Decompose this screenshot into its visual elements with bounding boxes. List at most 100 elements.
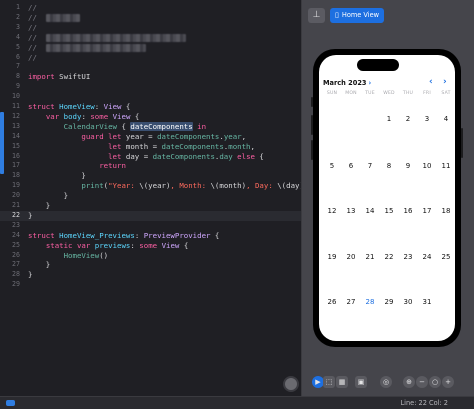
next-month-button[interactable]: › [443,77,447,87]
code-token: , [250,141,255,151]
line-text: HomeView() [28,250,109,261]
code-line[interactable]: 8 import SwiftUI [0,72,301,82]
code-line[interactable]: 19 print("Year: \(year), Month: \(month)… [0,181,301,191]
line-number: 1 [16,3,20,11]
code-line[interactable]: 28} [0,270,301,280]
code-line[interactable]: 2 // [0,13,301,23]
line-text: // [28,3,37,13]
code-line[interactable]: 20 } [0,191,301,201]
preview-screen[interactable]: March 2023 › ‹ › SUN MON TUE WED THU FRI SAT 12… [319,55,455,341]
calendar-day[interactable]: 5 [323,162,341,170]
redacted-text [45,43,146,52]
calendar-day[interactable]: 13 [342,207,360,215]
code-token: () [99,250,109,260]
calendar-day[interactable]: 27 [342,298,360,306]
variants-button[interactable]: ▦ [336,376,348,388]
previous-month-button[interactable]: ‹ [429,77,433,87]
calendar-day[interactable]: 1 [380,115,398,123]
code-line[interactable]: 21 } [0,201,301,211]
calendar-day[interactable]: 10 [418,162,436,170]
line-text: import SwiftUI [28,72,90,82]
code-line[interactable]: 3 // [0,23,301,33]
pin-icon[interactable]: ⊥ [308,8,325,23]
code-line[interactable]: 5 // [0,43,301,53]
calendar-day[interactable]: 4 [437,115,455,123]
code-line[interactable]: 13 CalendarView { dateComponents in [0,121,301,132]
code-line[interactable]: 16 let day = dateComponents.day else { [0,152,301,162]
line-text: } [28,191,68,201]
code-line[interactable]: 22} [0,210,301,221]
calendar-day[interactable]: 3 [418,115,436,123]
code-line[interactable]: 15 let month = dateComponents.month, [0,142,301,152]
editor-scroll-knob[interactable] [283,376,299,392]
zoom-out-button[interactable]: − [416,376,428,388]
code-line[interactable]: 29 [0,280,301,290]
calendar-day[interactable]: 21 [361,253,379,261]
preview-home-view-chip[interactable]: ▯ Home View [330,8,385,23]
selectable-button[interactable]: ⬚ [323,376,335,388]
zoom-100-button[interactable]: ○ [429,376,441,388]
calendar-day[interactable]: 26 [323,298,341,306]
calendar-day[interactable]: 29 [380,298,398,306]
calendar-day[interactable]: 2 [399,115,417,123]
line-number: 2 [16,12,20,21]
line-text: print("Year: \(year), Month: \(month), D… [28,181,301,191]
calendar-day[interactable]: 25 [437,253,455,261]
zoom-fit-button[interactable]: ⊕ [403,376,415,388]
calendar-day[interactable]: 12 [323,207,341,215]
calendar-day[interactable]: 31 [418,298,436,306]
calendar-day[interactable]: 11 [437,162,455,170]
calendar-day[interactable]: 20 [342,253,360,261]
calendar-day[interactable]: 24 [418,253,436,261]
calendar-day[interactable]: 17 [418,207,436,215]
code-token: let [108,131,122,141]
debug-area-icon[interactable] [6,400,15,406]
calendar-day[interactable]: 8 [380,162,398,170]
cursor-position: Line: 22 Col: 2 [400,399,448,407]
line-text: } [28,171,85,181]
code-line[interactable]: 18 } [0,171,301,181]
code-line[interactable]: 12 var body: some View { [0,112,301,122]
calendar-day[interactable]: 16 [399,207,417,215]
code-editor[interactable]: 1 // 2 // 3 // 4 // 5 // 6 // 7 8 import SwiftUI 9 10… [0,0,301,396]
code-line[interactable]: 4 // [0,33,301,43]
line-text: guard let year = dateComponents.year, [28,132,246,142]
device-button[interactable]: ◎ [380,376,392,388]
calendar-day[interactable]: 18 [437,207,455,215]
calendar-day[interactable]: 6 [342,162,360,170]
calendar-day[interactable]: 19 [323,253,341,261]
code-line[interactable]: 1 // [0,3,301,13]
month-title[interactable]: March 2023 › [323,79,371,87]
code-line[interactable]: 9 [0,82,301,92]
phone-side-button [311,97,313,107]
code-line[interactable]: 14 guard let year = dateComponents.year, [0,132,301,142]
code-line[interactable]: 6 // [0,53,301,63]
calendar-day[interactable]: 22 [380,253,398,261]
code-line[interactable]: 24 struct HomeView_Previews: PreviewProvi… [0,231,301,241]
calendar-day[interactable]: 15 [380,207,398,215]
calendar-day[interactable]: 14 [361,207,379,215]
line-text: return [28,161,126,171]
code-line[interactable]: 17 return [0,161,301,171]
line-text: // [28,53,37,63]
calendar-day[interactable]: 7 [361,162,379,170]
device-settings-button[interactable]: ▣ [355,376,367,388]
calendar-day[interactable]: 30 [399,298,417,306]
calendar-day[interactable]: 9 [399,162,417,170]
code-line[interactable]: 25 static var previews: some View { [0,241,301,251]
zoom-in-button[interactable]: + [442,376,454,388]
line-number: 29 [12,280,20,289]
line-text: let day = dateComponents.day else { [28,152,264,162]
code-line[interactable]: 11 struct HomeView: View { [0,102,301,112]
code-line[interactable]: 10 [0,92,301,102]
code-line[interactable]: 23 [0,221,301,231]
calendar-day[interactable]: 23 [399,253,417,261]
code-line[interactable]: 7 [0,62,301,72]
calendar-day[interactable]: 28 [361,298,379,306]
code-token: HomeView_Previews [59,230,135,240]
code-line[interactable]: 27 } [0,260,301,270]
code-line[interactable]: 26 HomeView() [0,251,301,261]
